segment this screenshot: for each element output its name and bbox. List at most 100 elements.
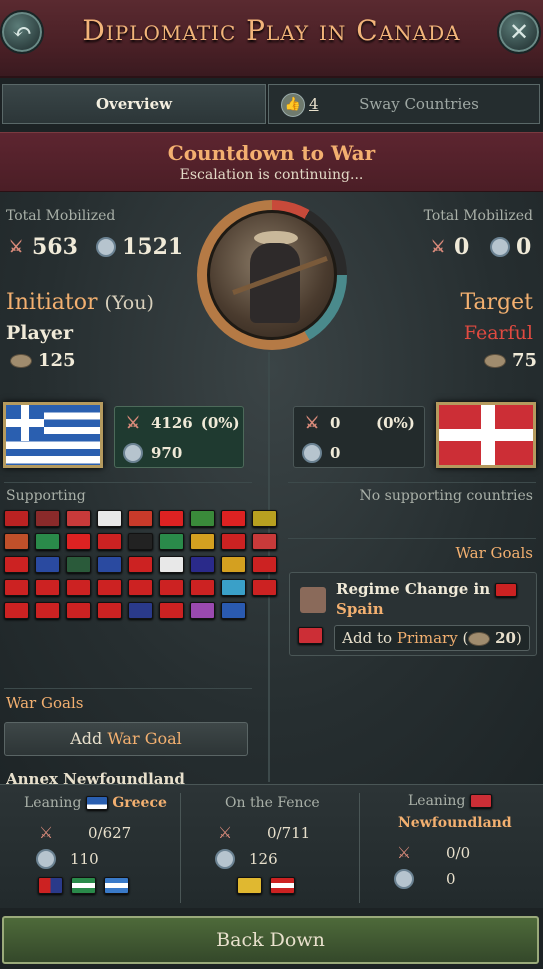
initiator-mobil-soldiers: ⚔ 4126 (0%) bbox=[123, 413, 240, 433]
supporting-country-flag[interactable] bbox=[252, 510, 277, 527]
tab-sway-countries[interactable]: 👍 4 Sway Countries bbox=[268, 84, 540, 124]
supporting-country-flag[interactable] bbox=[97, 579, 122, 596]
supporting-country-flag[interactable] bbox=[190, 556, 215, 573]
supporting-country-flag[interactable] bbox=[221, 510, 246, 527]
supporting-country-flag[interactable] bbox=[97, 533, 122, 550]
initiator-soldiers: ⚔ 563 bbox=[6, 234, 78, 260]
supporting-country-flag[interactable] bbox=[159, 533, 184, 550]
divider bbox=[288, 482, 536, 483]
supporting-country-flag[interactable] bbox=[128, 510, 153, 527]
supporting-country-flag[interactable] bbox=[128, 556, 153, 573]
supporting-country-flag[interactable] bbox=[35, 533, 60, 550]
war-goal-title-line1: Regime Change in bbox=[336, 580, 491, 598]
supporting-country-flag[interactable] bbox=[221, 602, 246, 619]
supporting-country-flag[interactable] bbox=[66, 510, 91, 527]
supporting-country-flag[interactable] bbox=[252, 579, 277, 596]
supporting-country-flag[interactable] bbox=[66, 602, 91, 619]
supporting-country-flag[interactable] bbox=[128, 602, 153, 619]
medal-icon bbox=[394, 869, 414, 889]
sword-icon: ⚔ bbox=[38, 823, 54, 842]
supporting-country-flag[interactable] bbox=[4, 579, 29, 596]
supporting-country-flag[interactable] bbox=[128, 533, 153, 550]
initiator-war-goals-label: War Goals bbox=[6, 694, 84, 712]
leaning-nf-soldiers: ⚔ 0/0 bbox=[394, 843, 470, 863]
leaning-label: Leaning bbox=[408, 793, 466, 809]
add-war-goal-button[interactable]: Add War Goal bbox=[4, 722, 248, 756]
sword-icon: ⚔ bbox=[125, 413, 141, 432]
tab-overview[interactable]: Overview bbox=[2, 84, 266, 124]
maneuvers-icon bbox=[10, 353, 32, 368]
back-down-button[interactable]: Back Down bbox=[2, 916, 539, 964]
supporting-country-flag[interactable] bbox=[4, 556, 29, 573]
target-war-goals-label: War Goals bbox=[455, 544, 533, 562]
supporting-country-flag[interactable] bbox=[35, 579, 60, 596]
fence-conscripts-value: 126 bbox=[249, 850, 278, 868]
supporting-country-flag[interactable] bbox=[190, 510, 215, 527]
sword-icon: ⚔ bbox=[8, 237, 24, 256]
supporting-country-flag[interactable] bbox=[35, 602, 60, 619]
title-bar: ↶ Diplomatic Play in Canada ✕ bbox=[0, 0, 543, 78]
supporting-country-flag[interactable] bbox=[66, 556, 91, 573]
supporting-country-flag[interactable] bbox=[97, 602, 122, 619]
war-goal-target: Spain bbox=[336, 600, 384, 618]
supporting-country-flag[interactable] bbox=[252, 556, 277, 573]
supporting-country-flag[interactable] bbox=[66, 533, 91, 550]
newfoundland-flag[interactable] bbox=[436, 402, 536, 468]
sway-label: Sway Countries bbox=[359, 95, 479, 113]
supporting-country-flag[interactable] bbox=[66, 579, 91, 596]
initiator-mobil-soldiers-value: 4126 bbox=[151, 414, 193, 432]
greece-flag[interactable] bbox=[3, 402, 103, 468]
supporting-country-flag[interactable] bbox=[128, 579, 153, 596]
leaning-newfoundland-column: Leaning Newfoundland ⚔ 0/0 0 bbox=[360, 785, 543, 909]
initiator-conscripts-value: 1521 bbox=[122, 234, 184, 260]
country-flag[interactable] bbox=[104, 877, 129, 894]
supporting-country-flag[interactable] bbox=[4, 602, 29, 619]
supporting-country-flag[interactable] bbox=[35, 556, 60, 573]
country-flag[interactable] bbox=[38, 877, 63, 894]
on-the-fence-column: On the Fence ⚔ 0/711 126 bbox=[181, 785, 359, 909]
supporting-country-flag[interactable] bbox=[221, 533, 246, 550]
supporting-country-flag[interactable] bbox=[190, 579, 215, 596]
newfoundland-mini-flag bbox=[469, 794, 492, 808]
supporting-country-flag[interactable] bbox=[252, 533, 277, 550]
supporting-country-flag[interactable] bbox=[4, 510, 29, 527]
initiator-soldiers-value: 563 bbox=[32, 234, 78, 260]
initiator-role: Initiator bbox=[6, 290, 98, 315]
target-mobil-soldiers: ⚔ 0 (0%) bbox=[302, 413, 415, 433]
sway-summary-panel: Leaning Greece ⚔ 0/627 110 On the Fence … bbox=[0, 784, 543, 908]
war-portrait bbox=[197, 200, 347, 350]
supporting-country-flag[interactable] bbox=[97, 556, 122, 573]
on-the-fence-label: On the Fence bbox=[225, 795, 320, 811]
target-soldiers: ⚔ 0 bbox=[428, 234, 469, 260]
supporting-country-flag[interactable] bbox=[97, 510, 122, 527]
close-icon[interactable]: ✕ bbox=[497, 10, 541, 54]
banner-title: Countdown to War bbox=[167, 141, 376, 165]
country-flag[interactable] bbox=[270, 877, 295, 894]
supporting-country-flag[interactable] bbox=[35, 510, 60, 527]
tab-bar: Overview 👍 4 Sway Countries bbox=[0, 84, 543, 124]
target-soldiers-value: 0 bbox=[454, 234, 470, 260]
banner-subtitle: Escalation is continuing... bbox=[179, 167, 364, 183]
supporting-country-flag[interactable] bbox=[159, 602, 184, 619]
target-conscripts-value: 0 bbox=[516, 234, 532, 260]
initiator-mobil-conscripts-value: 970 bbox=[151, 444, 183, 462]
initiator-mobil-conscripts: 970 bbox=[123, 443, 182, 463]
leaning-nf-label: Leaning bbox=[408, 793, 492, 809]
supporting-country-flag[interactable] bbox=[190, 533, 215, 550]
supporting-country-flag[interactable] bbox=[190, 602, 215, 619]
add-to-primary-button[interactable]: Add to Primary ( 20) bbox=[334, 625, 530, 651]
supporting-country-flag[interactable] bbox=[221, 579, 246, 596]
cost-open: ( bbox=[457, 629, 469, 647]
add-prefix: Add bbox=[70, 729, 108, 748]
target-maneuvers: 75 bbox=[484, 350, 537, 371]
supporting-country-flag[interactable] bbox=[221, 556, 246, 573]
country-flag[interactable] bbox=[71, 877, 96, 894]
supporting-country-flag[interactable] bbox=[159, 579, 184, 596]
country-flag[interactable] bbox=[237, 877, 262, 894]
divider bbox=[4, 688, 252, 689]
supporting-country-flag[interactable] bbox=[159, 510, 184, 527]
supporting-country-flag[interactable] bbox=[4, 533, 29, 550]
back-icon[interactable]: ↶ bbox=[0, 10, 44, 54]
initiator-mobilization-box: ⚔ 4126 (0%) 970 bbox=[114, 406, 244, 468]
supporting-country-flag[interactable] bbox=[159, 556, 184, 573]
